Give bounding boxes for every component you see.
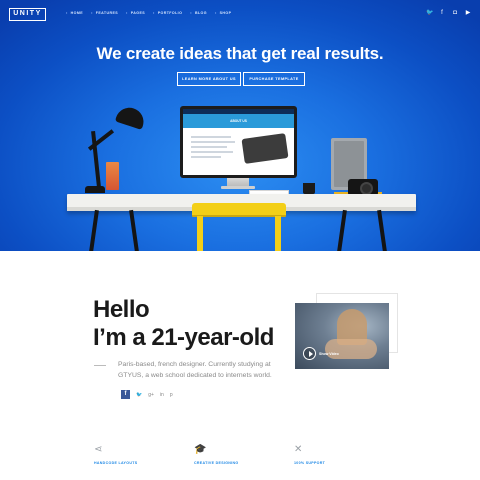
facebook-icon[interactable]: f [121, 390, 130, 399]
chair-leg [275, 216, 281, 251]
twitter-icon[interactable]: 🐦 [426, 10, 433, 17]
video-label[interactable]: Show Video [319, 352, 339, 356]
screen-text-line [191, 141, 235, 143]
chair-leg [197, 216, 203, 251]
feature-label[interactable]: CREATIVE DESIGNING [194, 461, 254, 465]
video-hands [325, 339, 377, 359]
instagram-icon[interactable]: ◘ [452, 10, 458, 17]
facebook-icon[interactable]: f [439, 10, 445, 17]
desk-leg [89, 209, 99, 251]
screen-text-line [191, 156, 221, 158]
menu-item-blog[interactable]: BLOG [190, 11, 207, 15]
pinterest-icon[interactable]: p [170, 392, 173, 398]
screen-title: ABOUT US [183, 114, 294, 128]
monitor-screen: ABOUT US [183, 109, 294, 175]
desk-leg [129, 209, 139, 251]
share-links: f 🐦 g+ in p [121, 390, 173, 399]
screen-phone-image [241, 133, 289, 164]
feature-creative: 🎓 CREATIVE DESIGNING [194, 443, 254, 465]
lamp-head [114, 104, 148, 130]
lamp-base [85, 186, 105, 193]
purchase-template-button[interactable]: PURCHASE TEMPLATE [243, 72, 305, 86]
share-icon: ⋖ [94, 444, 103, 455]
linkedin-icon[interactable]: in [160, 392, 164, 398]
twitter-icon[interactable]: 🐦 [136, 392, 142, 398]
video-thumbnail[interactable]: Show Video [295, 303, 389, 369]
divider [94, 365, 106, 366]
orange-glass [106, 162, 119, 190]
youtube-icon[interactable]: ▶ [465, 10, 471, 17]
main-menu: HOME FEATURES PAGES PORTFOLIO BLOG SHOP [66, 11, 239, 15]
hero-headline: We create ideas that get real results. [96, 44, 384, 63]
menu-item-shop[interactable]: SHOP [215, 11, 231, 15]
hero-section: UNITY HOME FEATURES PAGES PORTFOLIO BLOG… [0, 0, 480, 251]
desk-leg [337, 209, 347, 251]
menu-item-portfolio[interactable]: PORTFOLIO [153, 11, 182, 15]
monitor-stand-base [221, 186, 255, 189]
feature-label[interactable]: 100% SUPPORT [294, 461, 354, 465]
menu-item-home[interactable]: HOME [66, 11, 83, 15]
feature-handcode: ⋖ HANDCODE LAYOUTS [94, 443, 154, 465]
google-plus-icon[interactable]: g+ [148, 392, 154, 398]
menu-item-pages[interactable]: PAGES [126, 11, 145, 15]
logo[interactable]: UNITY [9, 8, 46, 21]
screen-text-line [191, 151, 233, 153]
monitor: ABOUT US [180, 106, 297, 178]
feature-support: ✕ 100% SUPPORT [294, 443, 354, 465]
desk-leg [377, 209, 387, 251]
social-links: 🐦 f ◘ ▶ [426, 10, 471, 17]
menu-item-features[interactable]: FEATURES [91, 11, 118, 15]
learn-more-button[interactable]: LEARN MORE ABOUT US [177, 72, 241, 86]
hello-heading: Hello I’m a 21-year-old [93, 296, 274, 352]
mug [303, 183, 315, 194]
play-icon[interactable] [303, 347, 316, 360]
about-description: Paris-based, french designer. Currently … [118, 361, 272, 379]
hello-line-1: Hello [93, 296, 150, 323]
top-nav: UNITY HOME FEATURES PAGES PORTFOLIO BLOG… [0, 0, 480, 28]
tools-icon: ✕ [294, 444, 303, 455]
feature-label[interactable]: HANDCODE LAYOUTS [94, 461, 154, 465]
screen-text-line [191, 146, 227, 148]
screen-text-line [191, 136, 231, 138]
hello-line-2: I’m a 21-year-old [93, 324, 274, 351]
graduation-cap-icon: 🎓 [194, 444, 207, 455]
chair-back [192, 203, 286, 217]
